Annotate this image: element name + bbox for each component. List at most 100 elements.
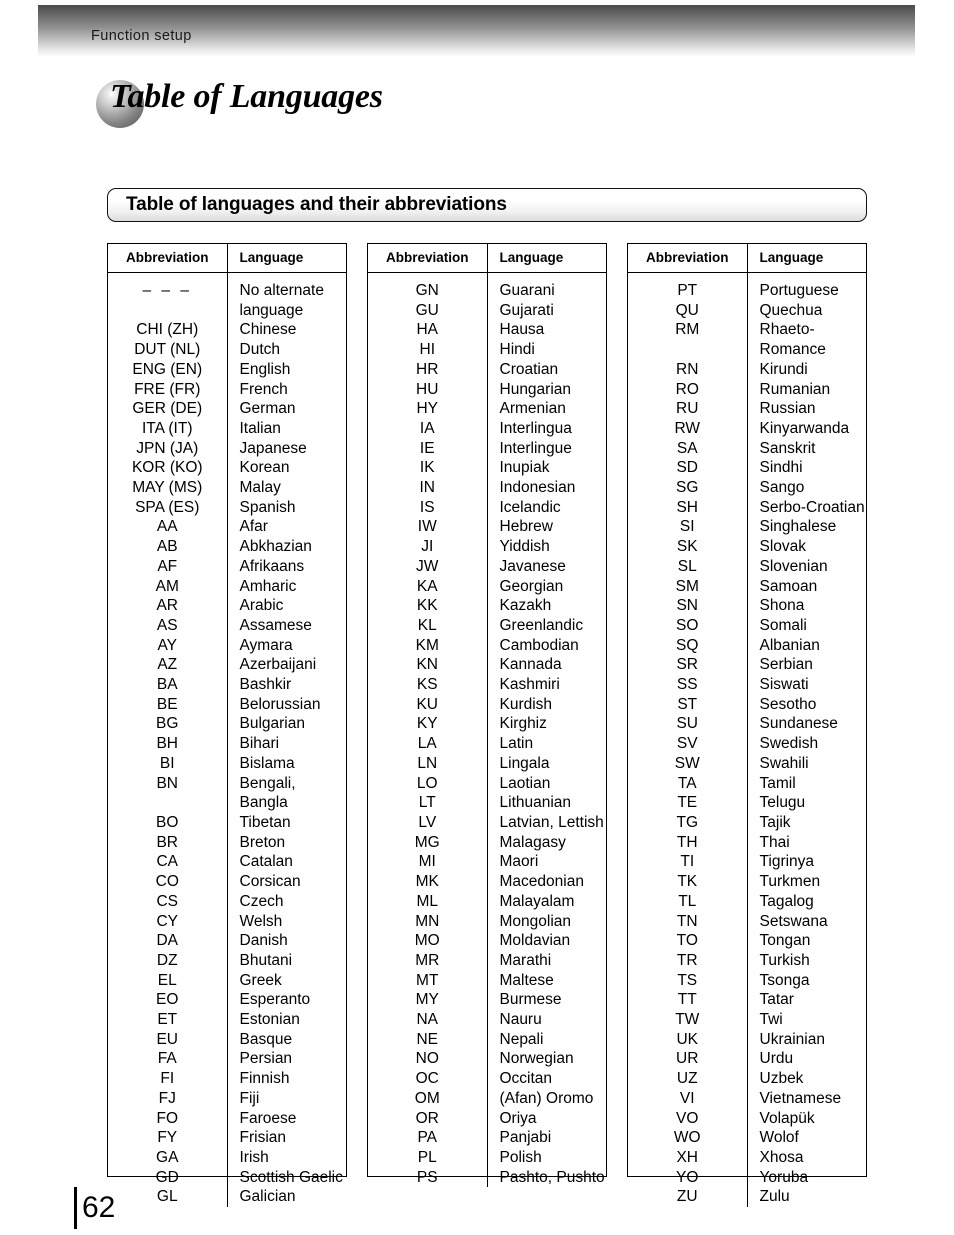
language-cell: Bislama xyxy=(226,753,346,774)
abbreviation-cell: TT xyxy=(677,991,697,1009)
abbreviation-cell: KN xyxy=(416,656,439,674)
language-cell: Icelandic xyxy=(486,497,606,518)
table-row: IW Hebrew xyxy=(368,517,606,538)
abbreviation-cell: AR xyxy=(156,597,179,615)
abbreviation-cell: EU xyxy=(156,1030,179,1048)
table-row: TT Tatar xyxy=(628,990,866,1011)
table-row: XH Xhosa xyxy=(628,1147,866,1168)
table-row: CY Welsh xyxy=(108,911,346,932)
table-row: ZU Zulu xyxy=(628,1187,866,1208)
language-cell: Javanese xyxy=(486,556,606,577)
table-row: LO Laotian xyxy=(368,773,606,794)
language-cell: Twi xyxy=(746,1010,866,1030)
table-row: IK Inupiak xyxy=(368,458,606,479)
table-row: SL Slovenian xyxy=(628,556,866,577)
abbreviation-cell: IW xyxy=(417,518,437,536)
table-row: SPA (ES) Spanish xyxy=(108,497,346,518)
table-row: AB Abkhazian xyxy=(108,537,346,557)
abbreviation-cell: MO xyxy=(414,932,440,950)
abbreviation-cell: RN xyxy=(676,360,699,378)
language-cell: Xhosa xyxy=(746,1147,866,1168)
abbreviation-cell: MY xyxy=(415,991,439,1009)
table-row: KY Kirghiz xyxy=(368,714,606,735)
language-cell: Galician xyxy=(226,1187,346,1208)
table-row: IA Interlingua xyxy=(368,418,606,439)
language-cell: Kannada xyxy=(486,655,606,676)
abbreviation-cell: PL xyxy=(417,1148,437,1166)
abbreviation-cell: IN xyxy=(419,479,436,497)
language-cell: Albanian xyxy=(746,635,866,656)
language-cell: Latvian, Lettish xyxy=(486,812,606,833)
abbreviation-cell: SM xyxy=(675,577,699,595)
language-cell: Basque xyxy=(226,1029,346,1050)
abbreviation-cell: EL xyxy=(157,971,177,989)
table-row: AA Afar xyxy=(108,517,346,538)
table-row: GA Irish xyxy=(108,1147,346,1168)
abbreviation-cell: TH xyxy=(676,833,698,851)
language-cell: Belorussian xyxy=(226,694,346,715)
table-row: CS Czech xyxy=(108,891,346,912)
abbreviation-cell: TS xyxy=(677,971,698,989)
language-cell: Dutch xyxy=(226,340,346,360)
language-cell: Interlingua xyxy=(486,418,606,439)
abbreviation-cell: SO xyxy=(676,616,699,634)
language-cell: Pashto, Pushto xyxy=(486,1167,606,1188)
table-row: ENG (EN) English xyxy=(108,359,346,380)
table-row: AM Amharic xyxy=(108,576,346,597)
table-row: MT Maltese xyxy=(368,970,606,991)
table-row: AR Arabic xyxy=(108,596,346,616)
abbreviation-cell: SD xyxy=(676,459,699,477)
language-cell: Gujarati xyxy=(486,300,606,321)
language-cell: Oriya xyxy=(486,1108,606,1129)
abbreviation-cell: YO xyxy=(676,1168,699,1186)
abbreviation-cell: BI xyxy=(159,754,175,772)
language-cell: Panjabi xyxy=(486,1128,606,1148)
abbreviation-cell: SPA (ES) xyxy=(135,498,200,516)
language-cell: Moldavian xyxy=(486,931,606,951)
table-row: KU Kurdish xyxy=(368,694,606,715)
language-cell: Lingala xyxy=(486,753,606,774)
table-row: ET Estonian xyxy=(108,1010,346,1030)
language-cell: Bulgarian xyxy=(226,714,346,735)
language-cell: Hausa xyxy=(486,320,606,341)
table-row: SO Somali xyxy=(628,615,866,636)
table-row: CHI (ZH) Chinese xyxy=(108,320,346,341)
table-row: JW Javanese xyxy=(368,556,606,577)
language-cell: English xyxy=(226,359,346,380)
language-cell: Slovak xyxy=(746,537,866,557)
table-row: MI Maori xyxy=(368,852,606,873)
abbreviation-cell: TO xyxy=(676,932,698,950)
table-row: UK Ukrainian xyxy=(628,1029,866,1050)
language-cell: Maori xyxy=(486,852,606,873)
page-title-text: Table of Languages xyxy=(110,78,383,115)
table-row: LV Latvian, Lettish xyxy=(368,812,606,833)
language-cell: Hindi xyxy=(486,340,606,360)
table-row: OC Occitan xyxy=(368,1069,606,1089)
page-number: 62 xyxy=(74,1186,115,1230)
abbreviation-cell: MG xyxy=(414,833,440,851)
language-cell: Finnish xyxy=(226,1069,346,1089)
column-header-language: Language xyxy=(486,244,606,273)
language-cell: Marathi xyxy=(486,950,606,971)
abbreviation-cell: CA xyxy=(156,853,179,871)
abbreviation-cell: RO xyxy=(675,380,699,398)
table-row: GU Gujarati xyxy=(368,300,606,321)
language-cell: Vietnamese xyxy=(746,1088,866,1109)
abbreviation-cell: AS xyxy=(156,616,178,634)
abbreviation-cell: JI xyxy=(421,538,434,556)
language-cell: Serbian xyxy=(746,655,866,676)
abbreviation-cell: BO xyxy=(156,813,179,831)
table-row: DA Danish xyxy=(108,931,346,951)
section-subtitle-bar: Table of languages and their abbreviatio… xyxy=(107,188,867,222)
table-row: TL Tagalog xyxy=(628,891,866,912)
language-cell: Sanskrit xyxy=(746,438,866,459)
abbreviation-cell: SH xyxy=(676,498,699,516)
language-cell: Siswati xyxy=(746,675,866,695)
language-cell: Lithuanian xyxy=(486,793,606,813)
table-row: GN Guarani xyxy=(368,272,606,301)
table-row: RM Rhaeto-Romance xyxy=(628,320,866,360)
language-cell: Esperanto xyxy=(226,990,346,1011)
abbreviation-cell: TI xyxy=(680,853,695,871)
language-cell: Mongolian xyxy=(486,911,606,932)
table-row: OR Oriya xyxy=(368,1108,606,1129)
